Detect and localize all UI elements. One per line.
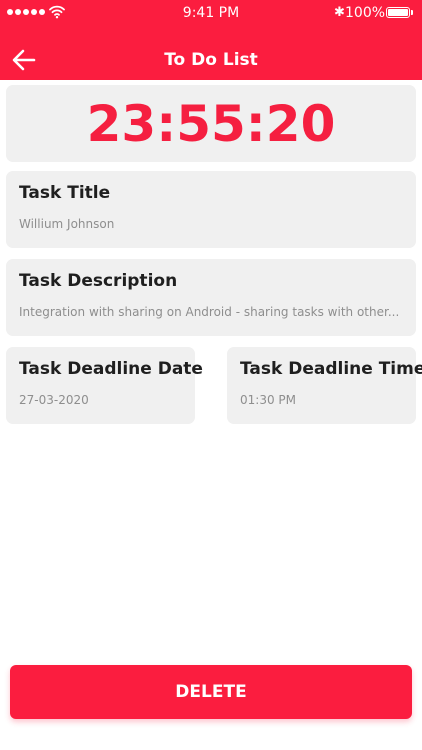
task-deadline-time-card[interactable]: Task Deadline Time 01:30 PM [227, 347, 422, 424]
app-header: 9:41 PM ✱ 100% To Do List [0, 0, 422, 80]
task-description-label: Task Description [19, 271, 178, 291]
task-title-value: Willium Johnson [19, 217, 115, 231]
task-title-card[interactable]: Task Title Willium Johnson [6, 171, 416, 248]
task-title-label: Task Title [19, 183, 111, 203]
task-deadline-date-card[interactable]: Task Deadline Date 27-03-2020 [6, 347, 203, 424]
countdown-timer: 23:55:20 [86, 94, 336, 153]
countdown-timer-card: 23:55:20 [6, 85, 416, 162]
delete-button[interactable]: DELETE [10, 665, 412, 719]
status-bar: 9:41 PM ✱ 100% [0, 0, 422, 26]
battery-percentage: 100% [345, 5, 386, 21]
task-description-card[interactable]: Task Description Integration with sharin… [6, 259, 416, 336]
bluetooth-icon: ✱ [334, 5, 345, 20]
battery-icon [386, 7, 413, 18]
task-deadline-date-label: Task Deadline Date [19, 359, 203, 379]
task-description-value: Integration with sharing on Android - sh… [19, 305, 400, 319]
task-deadline-date-value: 27-03-2020 [19, 393, 89, 407]
task-deadline-time-value: 01:30 PM [240, 393, 296, 407]
page-title: To Do List [164, 50, 258, 70]
task-deadline-time-label: Task Deadline Time [240, 359, 422, 379]
